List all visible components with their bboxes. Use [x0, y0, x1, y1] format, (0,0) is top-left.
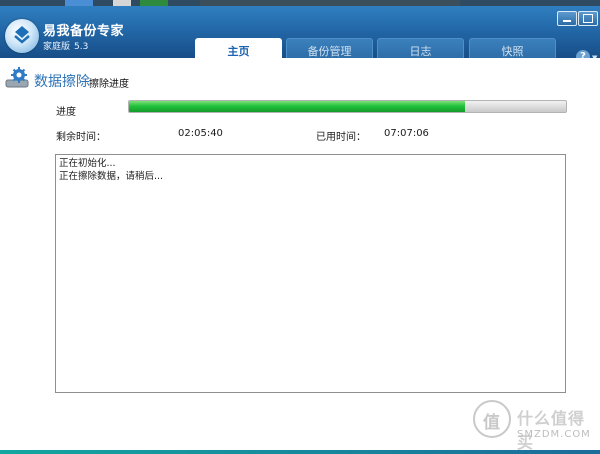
log-line: 正在初始化... [59, 158, 116, 169]
app-version: 家庭版 5.3 [43, 39, 88, 52]
remaining-time-label: 剩余时间： [56, 132, 106, 143]
page-subtitle: 擦除进度 [89, 79, 129, 90]
version-number: 5.3 [74, 42, 89, 52]
edition-label: 家庭版 [43, 42, 71, 52]
log-output-box[interactable]: 正在初始化... 正在擦除数据，请稍后... [55, 154, 566, 393]
bottom-status-bar [0, 450, 600, 454]
maximize-close-button[interactable] [578, 11, 598, 26]
app-title: 易我备份专家 [43, 24, 125, 39]
minimize-button[interactable] [557, 11, 577, 26]
log-line: 正在擦除数据，请稍后... [59, 171, 164, 182]
window-header: 易我备份专家 家庭版5.3 主页 备份管理 日志 快照 ? ▼ [0, 6, 600, 64]
app-logo-icon [5, 19, 39, 53]
remaining-time-value: 02:05:40 [178, 128, 223, 139]
elapsed-time-value: 07:07:06 [384, 128, 429, 139]
watermark-subtext: SMZDM.COM [517, 429, 591, 440]
gear-drive-icon [5, 67, 31, 92]
main-content: 数据擦除 擦除进度 进度 剩余时间： 02:05:40 已用时间： 07:07:… [0, 58, 600, 450]
progress-label: 进度 [56, 107, 76, 118]
erase-progress-bar [128, 100, 567, 113]
page-title: 数据擦除 [34, 74, 90, 90]
watermark-logo-icon [473, 400, 511, 438]
elapsed-time-label: 已用时间： [316, 132, 366, 143]
progress-fill [129, 101, 466, 112]
